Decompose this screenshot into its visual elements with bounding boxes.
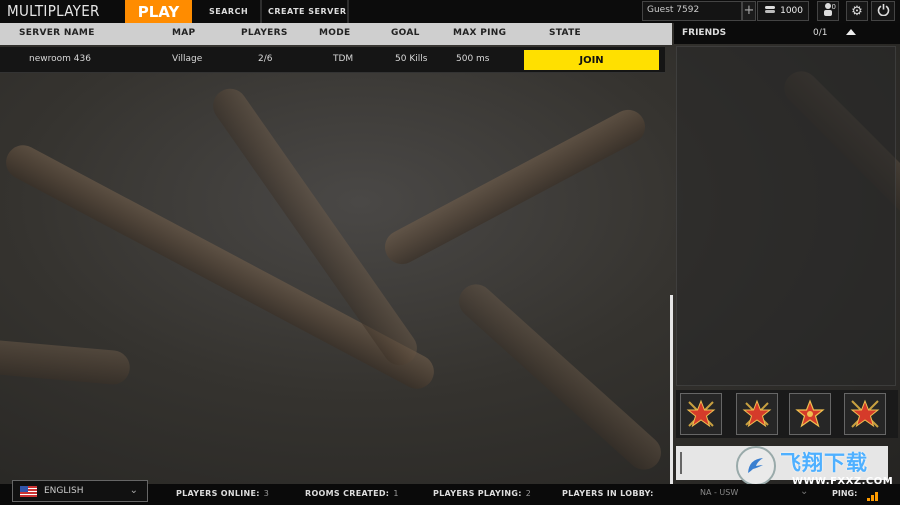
players-playing: PLAYERS PLAYING: 2 <box>433 489 531 498</box>
players-playing-label: PLAYERS PLAYING: <box>433 489 522 498</box>
coin-count: 1000 <box>780 6 803 16</box>
star-rank-icon <box>795 399 825 428</box>
rooms-created-label: ROOMS CREATED: <box>305 489 390 498</box>
col-max-ping[interactable]: MAX PING <box>453 28 506 38</box>
page-title: MULTIPLAYER <box>7 2 100 20</box>
username-field: Guest 7592 <box>642 1 742 21</box>
players-playing-value: 2 <box>525 489 532 498</box>
col-goal[interactable]: GOAL <box>391 28 420 38</box>
tab-create-server[interactable]: CREATE SERVER <box>268 0 346 23</box>
language-label: ENGLISH <box>44 486 84 496</box>
signal-bars-icon <box>867 491 881 501</box>
power-button[interactable] <box>871 1 895 21</box>
friends-list <box>676 46 896 386</box>
players-online-label: PLAYERS ONLINE: <box>176 489 260 498</box>
add-coins-button[interactable]: + <box>742 1 756 21</box>
language-select[interactable]: ENGLISH ⌄ <box>12 480 148 502</box>
cell-players: 2/6 <box>258 54 273 64</box>
col-mode[interactable]: MODE <box>319 28 350 38</box>
top-bar: MULTIPLAYER PLAY SEARCH CREATE SERVER Gu… <box>0 0 900 23</box>
chevron-down-icon: ⌄ <box>129 485 138 496</box>
col-state[interactable]: STATE <box>549 28 581 38</box>
power-icon <box>877 3 890 20</box>
rank-badge[interactable] <box>789 393 831 435</box>
col-players[interactable]: PLAYERS <box>241 28 288 38</box>
tab-search[interactable]: SEARCH <box>209 0 248 23</box>
party-count: 0 <box>831 3 836 11</box>
chevron-down-icon[interactable]: ⌄ <box>800 486 808 497</box>
ping-label: PING: <box>832 489 858 498</box>
rooms-created-value: 1 <box>393 489 399 498</box>
friends-header: FRIENDS 0/1 <box>674 23 900 44</box>
server-table-header: SERVER NAME MAP PLAYERS MODE GOAL MAX PI… <box>0 23 672 45</box>
party-button[interactable]: 0 <box>817 1 839 21</box>
rooms-created: ROOMS CREATED: 1 <box>305 489 399 498</box>
cell-max-ping: 500 ms <box>456 54 490 64</box>
tab-play[interactable]: PLAY <box>125 0 192 23</box>
rank-badge[interactable] <box>844 393 886 435</box>
collapse-caret-icon[interactable] <box>846 29 856 35</box>
players-in-lobby-label: PLAYERS IN LOBBY: <box>562 489 654 498</box>
rank-badges <box>676 390 898 438</box>
star-rank-icon <box>850 399 880 428</box>
col-server-name[interactable]: SERVER NAME <box>19 28 95 38</box>
players-online: PLAYERS ONLINE: 3 <box>176 489 269 498</box>
cell-goal: 50 Kills <box>395 54 428 64</box>
friends-title: FRIENDS <box>682 28 727 38</box>
cell-server-name: newroom 436 <box>29 54 91 64</box>
col-map[interactable]: MAP <box>172 28 195 38</box>
join-button[interactable]: JOIN <box>524 50 659 70</box>
tab-divider <box>347 0 349 23</box>
settings-button[interactable]: ⚙ <box>846 1 868 21</box>
gear-icon: ⚙ <box>851 3 863 19</box>
us-flag-icon <box>20 485 37 497</box>
star-rank-icon <box>742 399 772 428</box>
rank-badge[interactable] <box>680 393 722 435</box>
scrollbar[interactable] <box>670 295 673 485</box>
players-in-lobby: PLAYERS IN LOBBY: <box>562 489 658 498</box>
cell-map: Village <box>172 54 203 64</box>
chat-input[interactable] <box>676 446 888 480</box>
coin-balance: 1000 <box>757 1 809 21</box>
text-cursor <box>680 452 682 474</box>
region-select[interactable]: NA - USW <box>700 488 738 497</box>
rank-badge[interactable] <box>736 393 778 435</box>
friends-count: 0/1 <box>813 28 828 38</box>
coin-stack-icon <box>764 5 776 17</box>
players-online-value: 3 <box>263 489 270 498</box>
table-row[interactable]: newroom 436 Village 2/6 TDM 50 Kills 500… <box>0 47 665 73</box>
cell-mode: TDM <box>333 54 354 64</box>
tab-divider <box>260 0 262 23</box>
star-rank-icon <box>686 399 716 428</box>
